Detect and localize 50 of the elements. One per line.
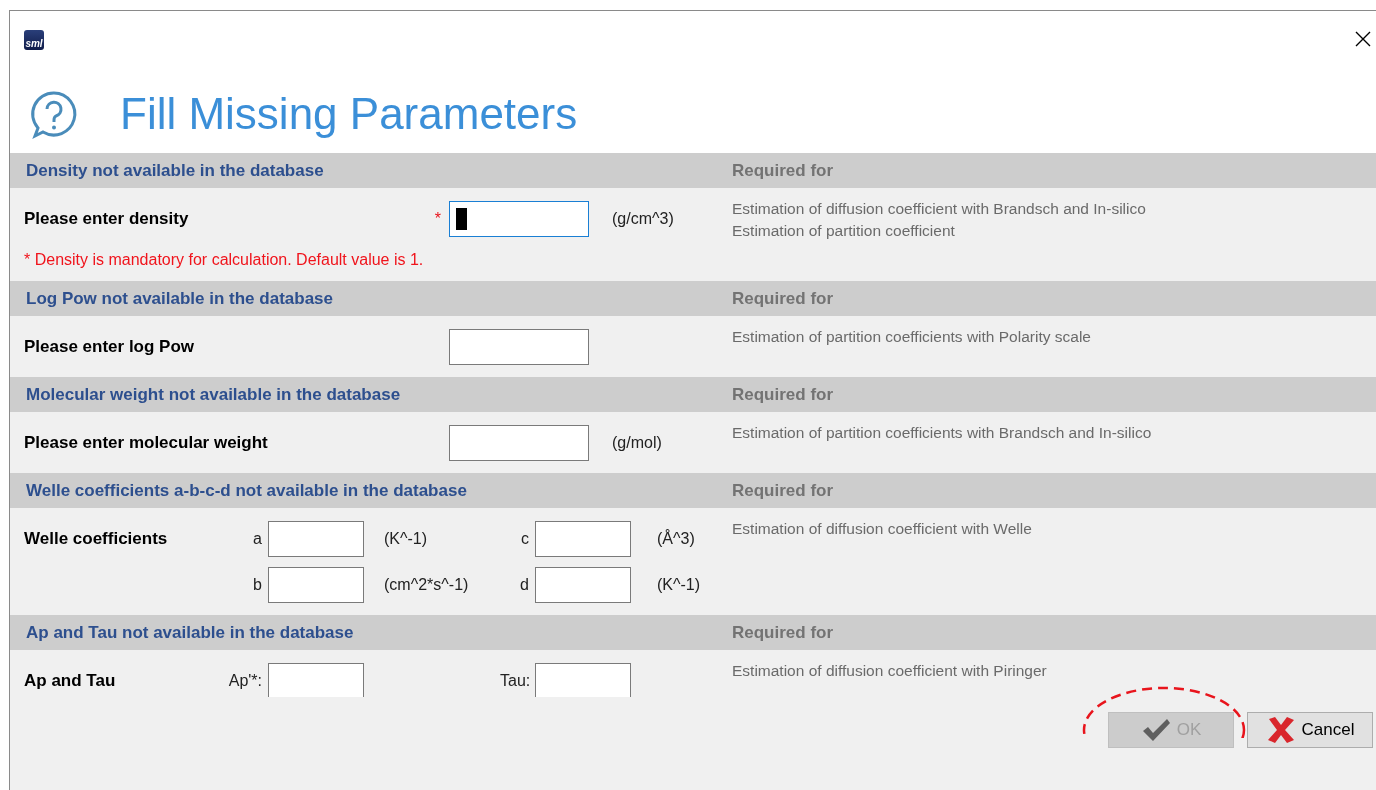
input-field[interactable] xyxy=(268,567,364,603)
input-field[interactable] xyxy=(449,425,589,461)
column-heading: Required for xyxy=(731,622,835,643)
field-label: Please enter density xyxy=(24,209,190,229)
requirement-text: Estimation of partition coefficient xyxy=(732,221,956,241)
section-heading: Ap and Tau not available in the database xyxy=(25,622,355,643)
field-prefix: a xyxy=(252,530,263,548)
input-field[interactable] xyxy=(535,567,631,603)
requirement-text: Estimation of partition coefficients with Polarity scale xyxy=(732,327,1092,347)
field-prefix: Tau: xyxy=(500,672,532,690)
section-heading: Welle coefficients a-b-c-d not available in the database xyxy=(25,480,468,501)
cancel-button[interactable]: Cancel xyxy=(1247,712,1373,748)
requirement-text: Estimation of diffusion coefficient with Piringer xyxy=(732,661,1048,681)
input-field[interactable] xyxy=(268,521,364,557)
field-prefix: b xyxy=(252,576,263,594)
column-heading: Required for xyxy=(731,288,835,309)
requirement-text: Estimation of partition coefficients with Brandsch and In-silico xyxy=(732,423,1153,443)
field-label: Welle coefficients xyxy=(24,529,169,549)
unit-label: (Å^3) xyxy=(656,530,696,548)
column-heading: Required for xyxy=(731,160,835,181)
required-asterisk: * xyxy=(433,210,442,228)
field-label: Ap and Tau xyxy=(24,671,117,691)
unit-label: (K^-1) xyxy=(383,530,429,548)
dialog-title: Fill Missing Parameters xyxy=(120,89,578,139)
unit-label: (g/cm^3) xyxy=(611,210,675,228)
app-logo: sml xyxy=(24,30,44,50)
input-field[interactable] xyxy=(449,329,589,365)
column-heading: Required for xyxy=(731,480,835,501)
close-x-icon xyxy=(1265,716,1296,744)
input-field[interactable] xyxy=(535,663,631,697)
unit-label: (K^-1) xyxy=(656,576,702,594)
input-field[interactable] xyxy=(535,521,631,557)
input-field[interactable] xyxy=(449,201,589,237)
field-label: Please enter log Pow xyxy=(24,337,196,357)
unit-label: (g/mol) xyxy=(611,434,663,452)
input-field[interactable] xyxy=(268,663,364,697)
field-prefix: Ap'*: xyxy=(227,672,263,690)
requirement-text: Estimation of diffusion coefficient with Welle xyxy=(732,519,1033,539)
section-heading: Log Pow not available in the database xyxy=(25,288,334,309)
field-label: Please enter molecular weight xyxy=(24,433,269,453)
field-prefix: d xyxy=(519,576,530,594)
help-bubble-icon xyxy=(29,90,79,140)
column-heading: Required for xyxy=(731,384,835,405)
requirement-text: Estimation of diffusion coefficient with Brandsch and In-silico xyxy=(732,199,1147,219)
validation-message: * Density is mandatory for calculation. Default value is 1. xyxy=(24,251,425,269)
field-prefix: c xyxy=(520,530,530,548)
section-heading: Molecular weight not available in the database xyxy=(25,384,402,405)
section-heading: Density not available in the database xyxy=(25,160,325,181)
unit-label: (cm^2*s^-1) xyxy=(383,576,470,594)
close-icon[interactable] xyxy=(1355,31,1371,47)
